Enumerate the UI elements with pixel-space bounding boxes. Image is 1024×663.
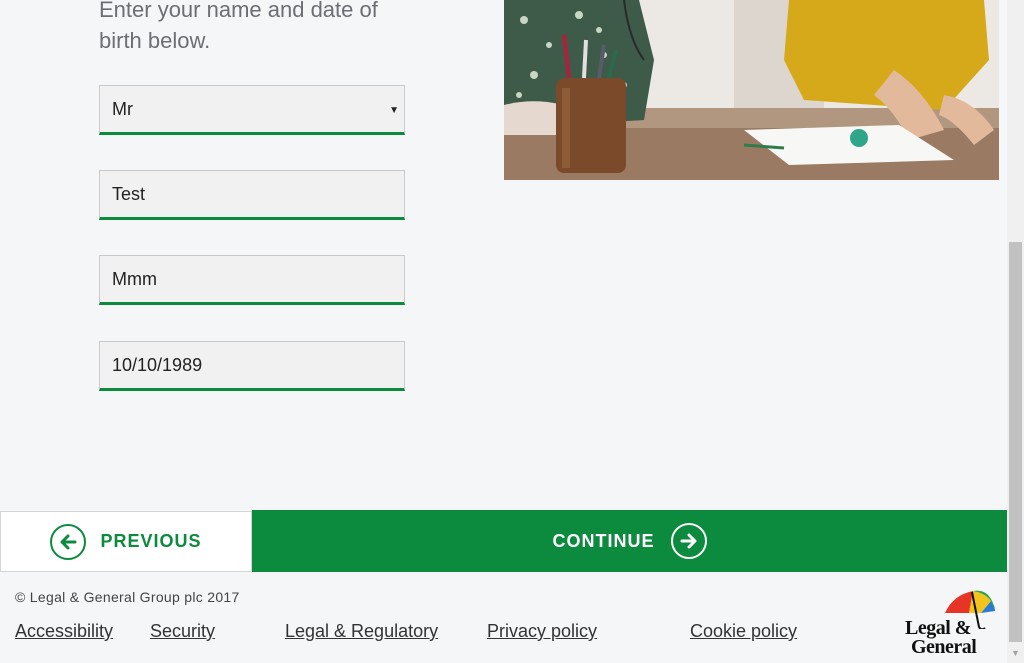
photo-illustration bbox=[504, 0, 999, 180]
dropdown-caret-icon: ▼ bbox=[389, 105, 399, 116]
form-navigation: PREVIOUS CONTINUE bbox=[0, 510, 1007, 572]
first-name-value: Test bbox=[112, 183, 146, 204]
footer-link-security[interactable]: Security bbox=[150, 621, 215, 642]
date-of-birth-value: 10/10/1989 bbox=[112, 354, 203, 375]
footer-link-privacy-policy[interactable]: Privacy policy bbox=[487, 621, 597, 642]
first-name-field[interactable]: Test bbox=[99, 170, 405, 220]
continue-label: CONTINUE bbox=[552, 530, 655, 551]
arrow-right-icon bbox=[670, 523, 707, 559]
footer-link-accessibility[interactable]: Accessibility bbox=[15, 621, 113, 642]
legal-general-logo[interactable]: Legal & General bbox=[903, 589, 1003, 661]
scrollbar-thumb[interactable] bbox=[1009, 242, 1022, 642]
hero-photo bbox=[504, 0, 999, 180]
previous-button[interactable]: PREVIOUS bbox=[0, 511, 252, 572]
copyright-text: © Legal & General Group plc 2017 bbox=[15, 589, 240, 605]
logo-line-2: General bbox=[911, 636, 977, 658]
previous-label: PREVIOUS bbox=[100, 531, 202, 551]
last-name-value: Mmm bbox=[112, 268, 157, 289]
title-select-value: Mr bbox=[112, 98, 133, 119]
intro-text: Enter your name and date of birth below. bbox=[99, 0, 378, 53]
date-of-birth-field[interactable]: 10/10/1989 bbox=[99, 341, 405, 391]
last-name-field[interactable]: Mmm bbox=[99, 255, 405, 305]
vertical-scrollbar[interactable]: ▼ bbox=[1007, 0, 1024, 663]
title-select[interactable]: Mr ▼ bbox=[99, 85, 405, 135]
scroll-down-arrow-icon[interactable]: ▼ bbox=[1011, 648, 1020, 658]
footer-link-legal-regulatory[interactable]: Legal & Regulatory bbox=[285, 621, 438, 642]
logo-text: Legal & General bbox=[905, 618, 977, 658]
footer-link-cookie-policy[interactable]: Cookie policy bbox=[690, 621, 797, 642]
continue-button[interactable]: CONTINUE bbox=[252, 510, 1007, 572]
arrow-left-icon bbox=[50, 523, 87, 560]
